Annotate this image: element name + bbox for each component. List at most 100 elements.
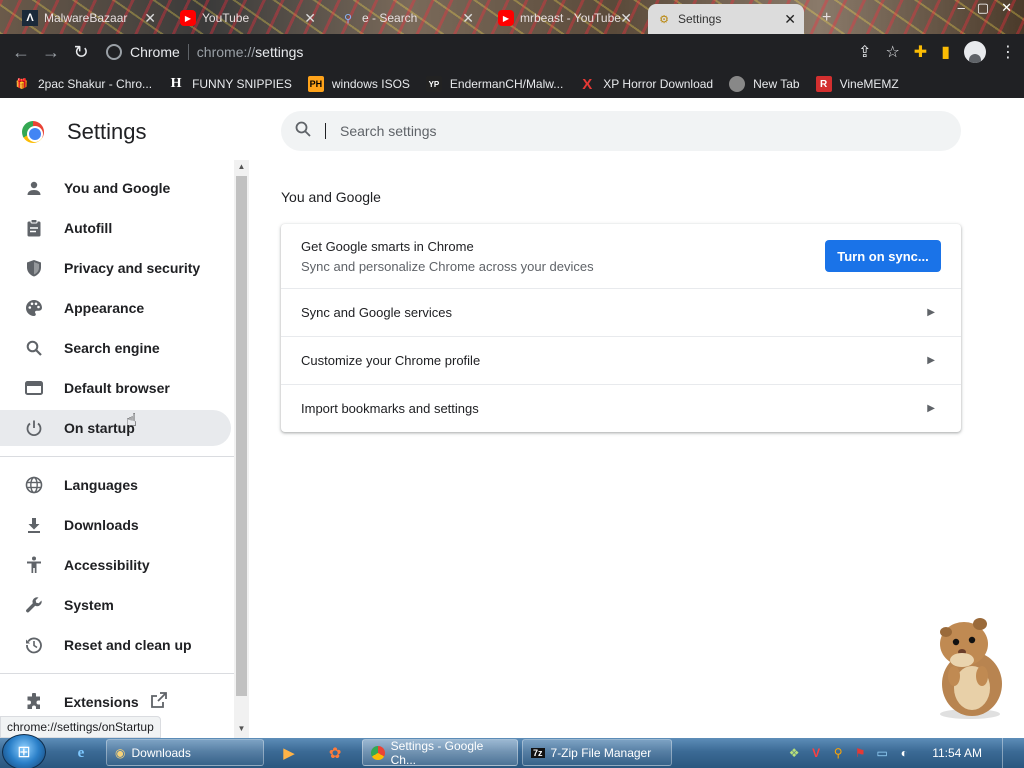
minimize-icon[interactable]: – (958, 0, 965, 18)
tab-search[interactable]: ⚲ e - Search ✕ (332, 4, 482, 32)
flag-icon[interactable]: ⚑ (852, 745, 868, 761)
sidebar-item-on-startup[interactable]: On startup (0, 410, 231, 446)
clock[interactable]: 11:54 AM (932, 746, 982, 760)
tab-mrbeast[interactable]: ▶ mrbeast - YouTube ✕ (490, 4, 640, 32)
you-and-google-card: Get Google smarts in Chrome Sync and per… (281, 224, 961, 432)
row-label: Sync and Google services (301, 305, 453, 320)
hamster-desktop-pet[interactable] (922, 614, 1012, 720)
taskbar-item-7zip[interactable]: 7z 7-Zip File Manager (522, 739, 672, 766)
sidebar-item-search-engine[interactable]: Search engine (0, 330, 231, 366)
app-icon[interactable]: ✿ (322, 741, 348, 765)
windows-logo-icon: ⊞ (17, 744, 31, 761)
taskbar-item-chrome[interactable]: Settings - Google Ch... (362, 739, 518, 767)
bookmark-windows-isos[interactable]: PH windows ISOS (307, 76, 410, 92)
chrome-secure-icon (106, 44, 122, 60)
reload-button[interactable]: ↻ (66, 37, 96, 67)
sync-subtitle: Sync and personalize Chrome across your … (301, 259, 594, 274)
search-icon (24, 338, 44, 358)
history-icon (24, 635, 44, 655)
ie-icon[interactable]: e (68, 741, 94, 765)
sidebar-item-label: On startup (64, 420, 135, 436)
tab-youtube[interactable]: ▶ YouTube ✕ (172, 4, 324, 32)
bookmark-label: XP Horror Download (603, 77, 714, 91)
accessibility-icon (24, 555, 44, 575)
close-window-icon[interactable]: ✕ (1001, 0, 1012, 18)
row-customize-profile[interactable]: Customize your Chrome profile ▶ (281, 336, 961, 384)
window-controls: – ▢ ✕ (958, 0, 1024, 18)
close-icon[interactable]: ✕ (304, 10, 316, 27)
bazaar-icon: Λ (22, 10, 38, 26)
bookmark-label: FUNNY SNIPPIES (192, 77, 292, 91)
tab-strip: Λ MalwareBazaar ✕ ▶ YouTube ✕ ⚲ e - Sear… (0, 0, 1024, 34)
explorer-icon: ◉ (115, 745, 126, 760)
sidebar-item-downloads[interactable]: Downloads (0, 507, 231, 543)
tray-v-icon[interactable]: V (808, 745, 824, 761)
bookmark-funny-snippies[interactable]: H FUNNY SNIPPIES (168, 76, 292, 92)
row-import-bookmarks[interactable]: Import bookmarks and settings ▶ (281, 384, 961, 432)
sidebar-item-languages[interactable]: Languages (0, 467, 231, 503)
task-label: 7-Zip File Manager (550, 745, 652, 760)
shield-icon (24, 258, 44, 278)
extensions-icon[interactable]: ✚ (914, 42, 927, 62)
menu-icon[interactable]: ⋮ (1000, 42, 1016, 62)
maximize-icon[interactable]: ▢ (977, 0, 989, 18)
back-button[interactable]: ← (6, 37, 36, 67)
sidebar-item-extensions[interactable]: Extensions (0, 684, 231, 720)
row-sync-services[interactable]: Sync and Google services ▶ (281, 288, 961, 336)
share-icon[interactable]: ⇪ (858, 42, 871, 62)
media-player-icon[interactable]: ▶ (276, 741, 302, 765)
scroll-up-arrow-icon[interactable]: ▲ (236, 162, 247, 174)
section-title: You and Google (281, 189, 381, 205)
bookmark-label: VineMEMZ (839, 77, 899, 91)
hand-cursor-icon: ☝ (126, 410, 137, 430)
tab-label: MalwareBazaar (44, 11, 128, 25)
bookmark-xp-horror[interactable]: X XP Horror Download (579, 76, 714, 93)
volume-icon[interactable]: ◐ (896, 745, 912, 761)
start-button[interactable]: ⊞ (2, 734, 46, 768)
turn-on-sync-button[interactable]: Turn on sync... (825, 240, 941, 272)
close-icon[interactable]: ✕ (462, 10, 474, 27)
sidebar-item-you-and-google[interactable]: You and Google (0, 170, 231, 206)
new-tab-button[interactable]: + (814, 4, 838, 32)
ph-icon: PH (307, 76, 324, 92)
site-name: Chrome (130, 44, 180, 60)
divider (187, 44, 189, 60)
address-bar[interactable]: Chrome chrome://settings (106, 38, 886, 66)
sidebar-item-accessibility[interactable]: Accessibility (0, 547, 231, 583)
side-panel-icon[interactable]: ▮ (941, 42, 950, 62)
search-box[interactable] (281, 111, 961, 151)
bookmark-2pac[interactable]: 🎁 2pac Shakur - Chro... (14, 76, 152, 92)
monitor-icon[interactable]: ▭ (874, 745, 890, 761)
close-icon[interactable]: ✕ (620, 10, 632, 27)
tray-search-icon[interactable]: ⚲ (830, 745, 846, 761)
sidebar-item-autofill[interactable]: Autofill (0, 210, 231, 246)
sidebar-item-reset[interactable]: Reset and clean up (0, 627, 231, 663)
taskbar-item-downloads[interactable]: ◉ Downloads (106, 739, 264, 766)
arrow-right-icon: ▶ (927, 403, 935, 414)
bookmark-label: New Tab (753, 77, 800, 91)
sidebar-item-privacy[interactable]: Privacy and security (0, 250, 231, 286)
nav-divider (0, 456, 236, 457)
scroll-down-arrow-icon[interactable]: ▼ (236, 724, 247, 736)
search-input[interactable] (340, 123, 900, 139)
avatar[interactable] (964, 41, 986, 63)
scrollbar-thumb[interactable] (236, 176, 247, 696)
tab-settings[interactable]: ⚙ Settings ✕ (648, 4, 804, 34)
close-icon[interactable]: ✕ (144, 10, 156, 27)
bookmark-endermanch[interactable]: YP EndermanCH/Malw... (425, 76, 563, 92)
star-icon[interactable]: ☆ (885, 42, 899, 62)
show-desktop-button[interactable] (1002, 738, 1014, 768)
url-path: settings (255, 44, 304, 60)
tab-malwarebazaar[interactable]: Λ MalwareBazaar ✕ (14, 4, 164, 32)
close-icon[interactable]: ✕ (784, 11, 796, 28)
sidebar-item-default-browser[interactable]: Default browser (0, 370, 231, 406)
sidebar-item-label: Languages (64, 477, 138, 493)
page-title: Settings (67, 119, 147, 144)
tray-app-icon[interactable]: ❖ (786, 745, 802, 761)
sidebar-item-system[interactable]: System (0, 587, 231, 623)
bookmark-vinememz[interactable]: R VineMEMZ (815, 76, 899, 92)
sidebar-item-appearance[interactable]: Appearance (0, 290, 231, 326)
bookmark-new-tab[interactable]: New Tab (729, 76, 800, 92)
arrow-left-icon: ← (12, 41, 30, 62)
forward-button[interactable]: → (36, 37, 66, 67)
